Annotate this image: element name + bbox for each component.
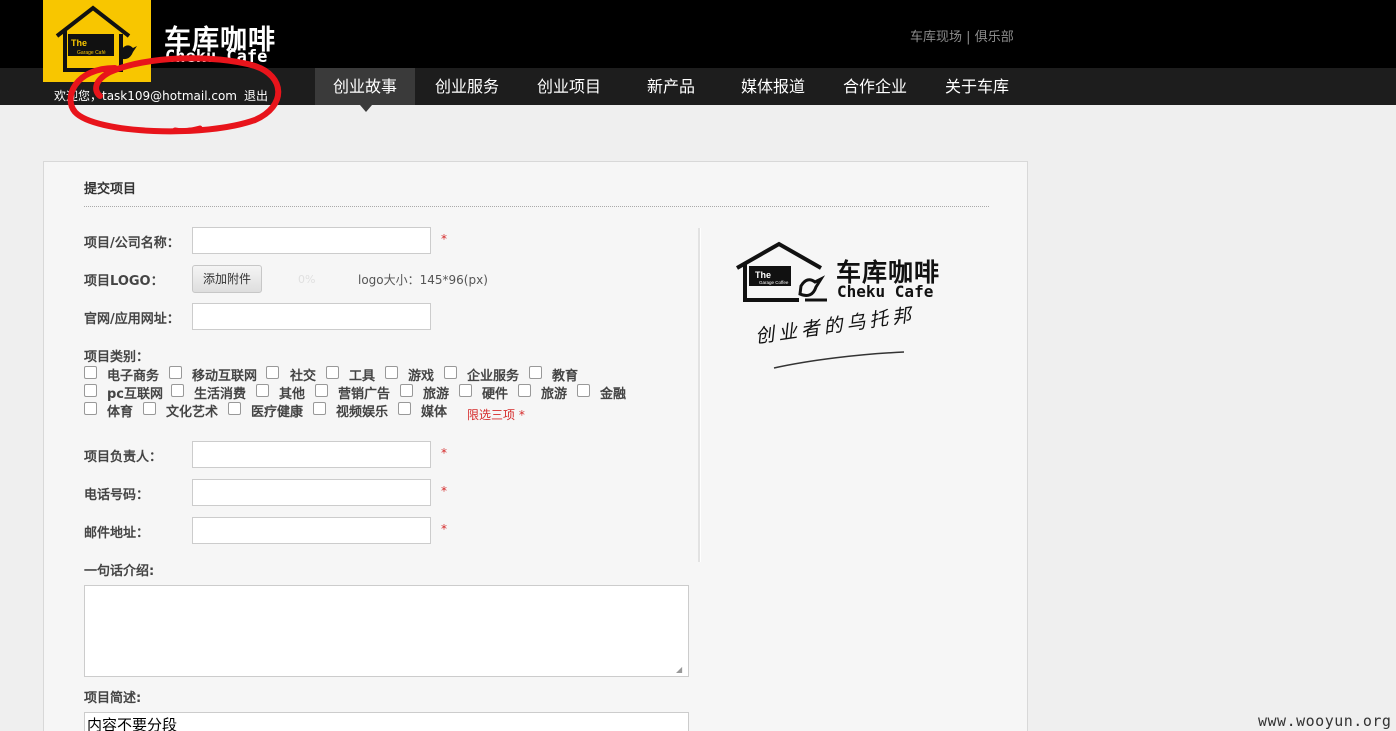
summary-textarea[interactable]: 内容不要分段 xyxy=(84,712,689,731)
red-annotation-circle xyxy=(67,55,282,135)
logo-label: 项目LOGO： xyxy=(84,274,164,289)
cheku-cafe-logo-icon: The Garage Coffee xyxy=(736,241,827,302)
category-checkbox[interactable] xyxy=(400,384,413,397)
category-checkbox[interactable] xyxy=(518,384,531,397)
nav-item-media[interactable]: 媒体报道 xyxy=(723,68,823,105)
nav-item-startup-projects[interactable]: 创业项目 xyxy=(519,68,619,105)
phone-input[interactable] xyxy=(192,479,431,506)
category-checkbox[interactable] xyxy=(256,384,269,397)
category-checkbox[interactable] xyxy=(326,366,339,379)
category-option: 金融 xyxy=(600,387,627,402)
add-attachment-button[interactable]: 添加附件 xyxy=(192,265,262,293)
nav-item-startup-services[interactable]: 创业服务 xyxy=(417,68,517,105)
email-label: 邮件地址： xyxy=(84,526,150,541)
category-checkbox[interactable] xyxy=(398,402,411,415)
name-label: 项目/公司名称： xyxy=(84,236,180,251)
title-divider xyxy=(84,206,989,207)
nav-item-partners[interactable]: 合作企业 xyxy=(825,68,925,105)
summary-label: 项目简述: xyxy=(84,691,142,706)
top-link-club[interactable]: 俱乐部 xyxy=(975,30,1014,45)
required-mark: * xyxy=(441,232,447,246)
category-option: 生活消费 xyxy=(194,387,247,402)
owner-label: 项目负责人： xyxy=(84,450,163,465)
category-checkbox[interactable] xyxy=(459,384,472,397)
category-option: 移动互联网 xyxy=(192,369,258,384)
category-checkbox[interactable] xyxy=(313,402,326,415)
category-checkbox[interactable] xyxy=(315,384,328,397)
category-checkbox[interactable] xyxy=(84,384,97,397)
logo-sign-text: The xyxy=(71,38,87,48)
phone-label: 电话号码： xyxy=(84,488,150,503)
active-nav-indicator xyxy=(360,105,372,112)
vertical-divider xyxy=(698,228,700,562)
category-checkbox[interactable] xyxy=(266,366,279,379)
owner-input[interactable] xyxy=(192,441,431,468)
resize-grip-icon[interactable]: ◢ xyxy=(676,665,682,674)
upload-progress: 0% xyxy=(298,273,316,286)
nav-item-startup-stories[interactable]: 创业故事 xyxy=(315,68,415,105)
oneliner-label: 一句话介绍: xyxy=(84,564,155,579)
category-option: 旅游 xyxy=(541,387,568,402)
project-name-input[interactable] xyxy=(192,227,431,254)
category-option: pc互联网 xyxy=(107,387,164,402)
category-option: 硬件 xyxy=(482,387,509,402)
category-option: 文化艺术 xyxy=(166,405,219,420)
category-option: 体育 xyxy=(107,405,134,420)
category-checkbox[interactable] xyxy=(444,366,457,379)
category-option: 游戏 xyxy=(408,369,435,384)
category-checkbox[interactable] xyxy=(84,366,97,379)
required-mark: * xyxy=(441,522,447,536)
category-checkbox[interactable] xyxy=(169,366,182,379)
watermark: www.wooyun.org xyxy=(1258,712,1392,730)
side-logo-sign-text: The xyxy=(755,270,771,280)
category-option: 视频娱乐 xyxy=(336,405,389,420)
slogan-underline xyxy=(773,351,905,369)
top-link-separator: | xyxy=(966,30,971,45)
category-option: 教育 xyxy=(552,369,579,384)
category-option: 旅游 xyxy=(423,387,450,402)
category-checkbox[interactable] xyxy=(577,384,590,397)
top-links: 车库现场 | 俱乐部 xyxy=(910,26,1014,45)
category-option: 社交 xyxy=(290,369,317,384)
nav-item-about[interactable]: 关于车库 xyxy=(927,68,1027,105)
category-label: 项目类别： xyxy=(84,350,150,365)
category-option: 电子商务 xyxy=(107,369,160,384)
email-input[interactable] xyxy=(192,517,431,544)
category-option: 工具 xyxy=(349,369,376,384)
panel-title: 提交项目 xyxy=(84,182,137,197)
category-option: 媒体 xyxy=(421,405,448,420)
category-checkbox[interactable] xyxy=(228,402,241,415)
category-checkbox[interactable] xyxy=(385,366,398,379)
required-mark: * xyxy=(441,484,447,498)
required-mark: * xyxy=(441,446,447,460)
category-checkbox[interactable] xyxy=(171,384,184,397)
category-checkbox[interactable] xyxy=(529,366,542,379)
side-brand-name-en: Cheku Cafe xyxy=(837,282,934,301)
top-link-live[interactable]: 车库现场 xyxy=(910,30,962,45)
website-input[interactable] xyxy=(192,303,431,330)
logo-size-hint: logo大小：145*96(px) xyxy=(358,273,488,287)
category-checkbox[interactable] xyxy=(143,402,156,415)
oneliner-textarea[interactable] xyxy=(84,585,689,677)
category-option: 企业服务 xyxy=(467,369,520,384)
category-option: 其他 xyxy=(279,387,306,402)
category-limit-note: 限选三项 * xyxy=(467,408,525,422)
nav-item-new-products[interactable]: 新产品 xyxy=(621,68,721,105)
category-option: 营销广告 xyxy=(338,387,391,402)
category-checkbox[interactable] xyxy=(84,402,97,415)
website-label: 官网/应用网址： xyxy=(84,312,180,327)
side-logo-sign-sub: Garage Coffee xyxy=(759,280,789,285)
category-option: 医疗健康 xyxy=(251,405,304,420)
